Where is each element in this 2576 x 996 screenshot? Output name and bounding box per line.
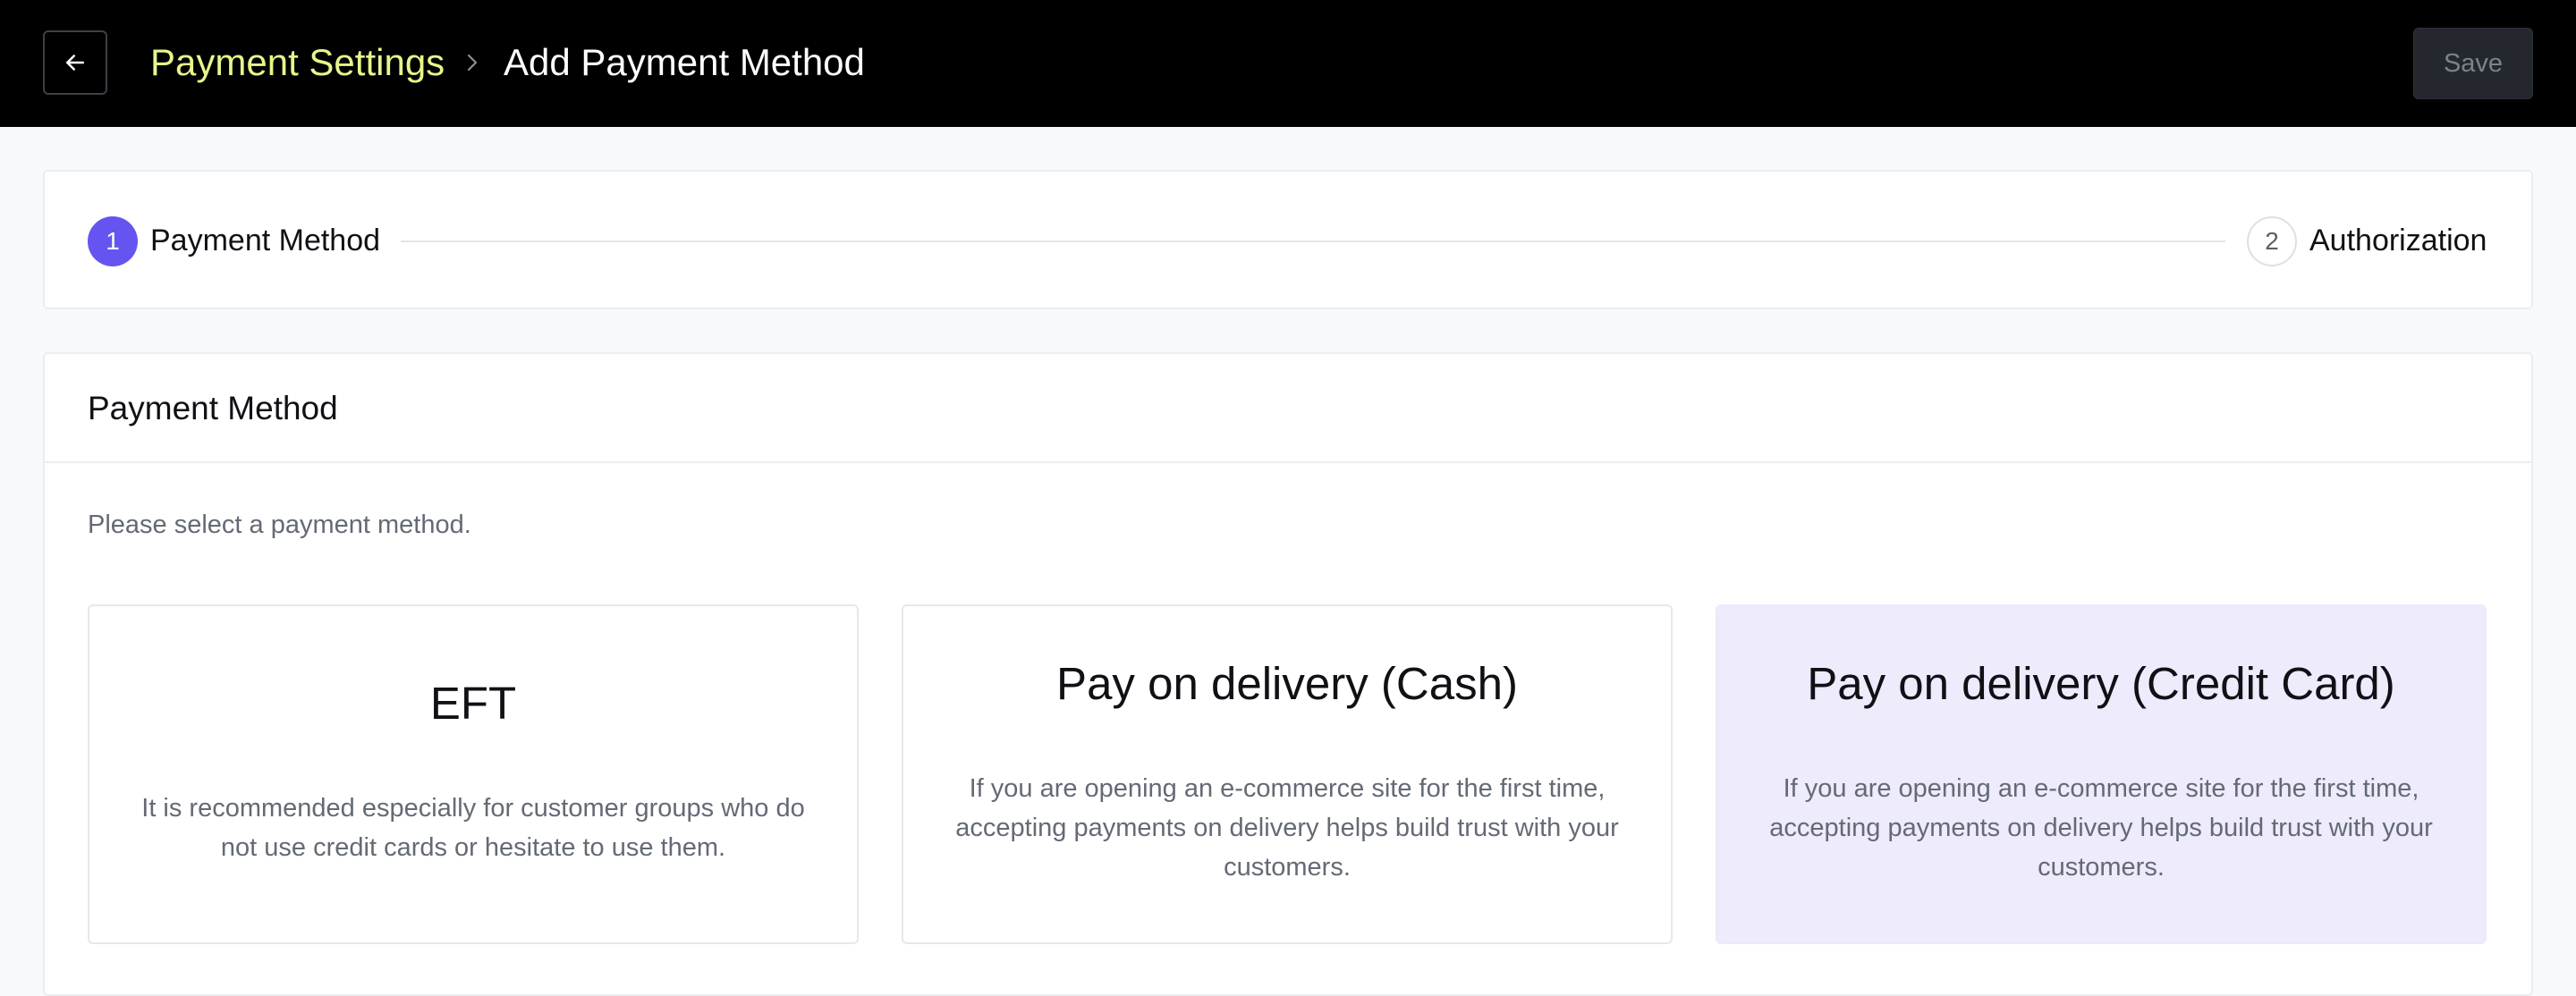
option-title: EFT <box>429 678 517 729</box>
top-bar: Payment Settings Add Payment Method Save <box>0 0 2576 127</box>
arrow-left-icon <box>66 55 84 71</box>
step-2-number: 2 <box>2247 216 2297 266</box>
card-title: Payment Method <box>88 390 338 426</box>
back-button[interactable] <box>43 30 107 95</box>
option-pay-on-delivery-cash[interactable]: Pay on delivery (Cash) If you are openin… <box>902 604 1673 944</box>
option-description: If you are opening an e-commerce site fo… <box>955 774 1619 882</box>
selection-hint: Please select a payment method. <box>88 511 471 539</box>
option-title: Pay on delivery (Cash) <box>1056 658 1518 709</box>
step-1-number: 1 <box>88 216 138 266</box>
step-1-label: Payment Method <box>150 224 381 257</box>
option-description: It is recommended especially for custome… <box>141 794 805 862</box>
option-eft[interactable]: EFT It is recommended especially for cus… <box>88 604 859 944</box>
chevron-right-icon <box>467 54 478 72</box>
step-2-label: Authorization <box>2309 224 2487 257</box>
page-title: Add Payment Method <box>504 41 865 83</box>
stepper-connector <box>401 241 2225 242</box>
breadcrumb-parent-link[interactable]: Payment Settings <box>150 39 445 86</box>
card-header: Payment Method <box>45 354 2531 463</box>
stepper: 1 Payment Method 2 Authorization <box>43 170 2533 309</box>
save-button[interactable]: Save <box>2413 28 2533 99</box>
payment-method-card: Payment Method Please select a payment m… <box>43 352 2533 996</box>
option-pay-on-delivery-credit-card[interactable]: Pay on delivery (Credit Card) If you are… <box>1716 604 2487 944</box>
option-description: If you are opening an e-commerce site fo… <box>1769 774 2433 882</box>
option-title: Pay on delivery (Credit Card) <box>1807 658 2395 709</box>
